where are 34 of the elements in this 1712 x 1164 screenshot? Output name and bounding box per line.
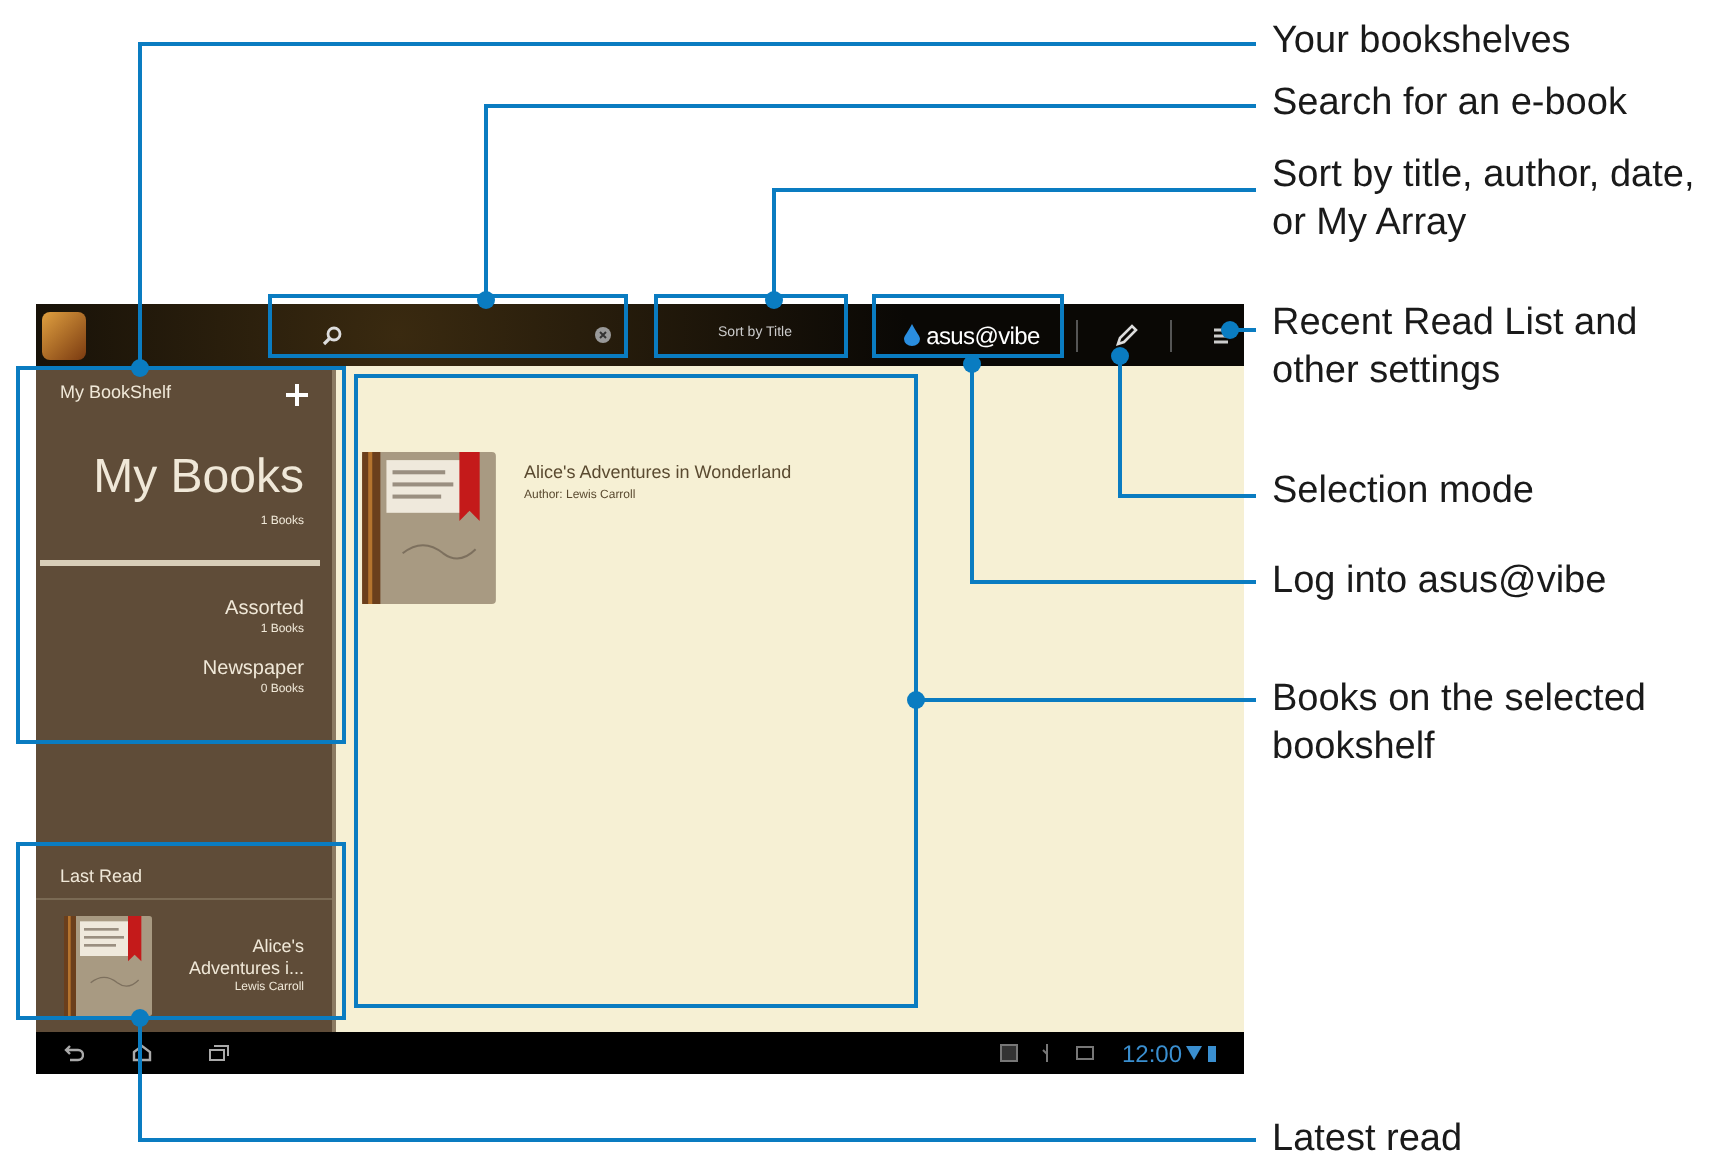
plus-icon[interactable]	[286, 383, 308, 405]
usb-icon	[1041, 1044, 1052, 1062]
clear-icon[interactable]	[594, 326, 612, 344]
callout-label: Latest read	[1272, 1116, 1465, 1164]
back-icon[interactable]	[64, 1044, 84, 1062]
search-icon	[322, 325, 342, 345]
drop-icon	[904, 324, 921, 346]
home-icon[interactable]	[132, 1044, 152, 1062]
wifi-icon	[1186, 1046, 1202, 1060]
callout-label: Books on the selected bookshelf	[1272, 676, 1648, 772]
vibe-logo-text: asus@vibe	[926, 319, 1040, 353]
callout-label: Your bookshelves	[1272, 18, 1573, 66]
notification-icon	[999, 1044, 1018, 1062]
last-read-title[interactable]: Alice's Adventures i...	[164, 935, 304, 979]
shelf-name[interactable]: My Books	[93, 450, 304, 506]
recent-apps-icon[interactable]	[208, 1044, 230, 1062]
book-title[interactable]: Alice's Adventures in Wonderland	[524, 460, 792, 487]
last-read-heading: Last Read	[58, 863, 145, 889]
sidebar-title: My BookShelf	[60, 380, 172, 407]
image-icon	[1075, 1046, 1094, 1060]
callout-label: Recent Read List and other settings	[1272, 300, 1640, 396]
battery-icon	[1208, 1044, 1216, 1062]
vibe-login-button[interactable]: asus@vibe	[880, 311, 1064, 359]
book-cover-drawing	[64, 910, 152, 1022]
pencil-icon[interactable]	[1114, 322, 1138, 348]
menu-icon[interactable]	[1212, 325, 1232, 345]
callout-label: Search for an e-book	[1272, 80, 1629, 128]
shelf-name[interactable]: Newspaper	[202, 658, 304, 682]
app-icon[interactable]	[42, 311, 86, 359]
callout-label: Log into asus@vibe	[1272, 558, 1609, 606]
clock-text: 12:00	[1121, 1037, 1182, 1071]
shelf-name[interactable]: Assorted	[225, 598, 304, 622]
callout-label: Selection mode	[1272, 468, 1536, 516]
callout-label: Sort by title, author, date, or My Array	[1272, 152, 1697, 248]
